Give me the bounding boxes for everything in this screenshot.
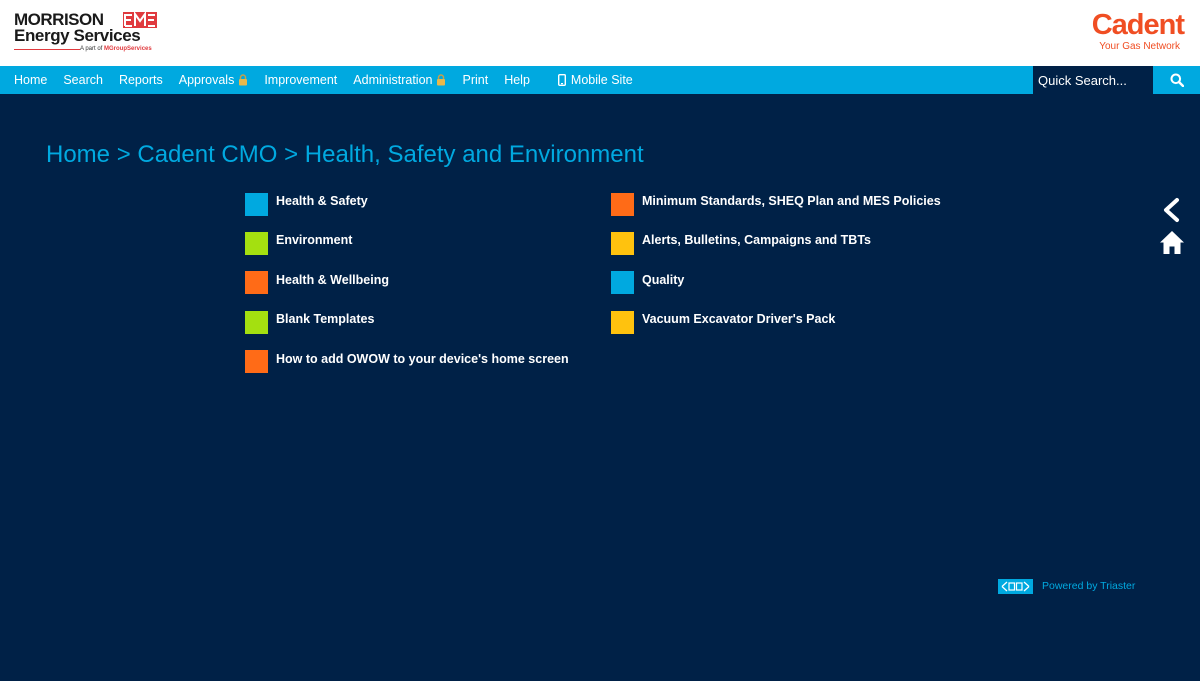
menu-item-health-safety[interactable]: Health & Safety — [245, 192, 569, 216]
menu-item-alerts-bulletins[interactable]: Alerts, Bulletins, Campaigns and TBTs — [611, 231, 941, 255]
quick-search-input[interactable] — [1033, 66, 1153, 94]
menu-item-vacuum-excavator[interactable]: Vacuum Excavator Driver's Pack — [611, 310, 941, 334]
search-button[interactable] — [1153, 66, 1200, 94]
morrison-energy-services-logo[interactable]: MORRISON Energy Services A part of MGrou… — [14, 11, 174, 57]
menu-item-label: Health & Wellbeing — [276, 272, 389, 287]
cadent-logo-name: Cadent — [1091, 9, 1185, 41]
menu-item-label: Vacuum Excavator Driver's Pack — [642, 312, 836, 327]
menu-item-swatch — [611, 310, 634, 334]
page: MORRISON Energy Services A part of MGrou… — [0, 0, 1200, 681]
menu-item-label: Environment — [276, 233, 353, 248]
triaster-logo-icon — [998, 578, 1033, 594]
menu-item-swatch — [245, 192, 268, 216]
logo-line2: Energy Services — [14, 26, 141, 45]
nav-item-approvals[interactable]: Approvals — [171, 66, 257, 94]
nav-label: Mobile Site — [570, 73, 633, 87]
nav-label: Reports — [118, 73, 163, 87]
nav-item-administration[interactable]: Administration — [345, 66, 454, 94]
menu-item-swatch — [245, 310, 268, 334]
nav-bar: Home Search Reports Approvals Improvemen… — [0, 66, 1200, 94]
menu-column-right: Minimum Standards, SHEQ Plan and MES Pol… — [611, 192, 941, 350]
cadent-logo[interactable]: Cadent Your Gas Network — [1064, 9, 1185, 58]
logo-tagline-prefix: A part of — [80, 46, 105, 52]
search-icon — [1170, 73, 1184, 87]
menu-item-label: Blank Templates — [276, 312, 375, 327]
menu-item-owow-home-screen[interactable]: How to add OWOW to your device's home sc… — [245, 350, 569, 374]
cadent-logo-tagline: Your Gas Network — [1099, 41, 1180, 52]
menu-item-swatch — [611, 192, 634, 216]
nav-label: Improvement — [264, 73, 338, 87]
nav-label: Home — [14, 73, 48, 87]
nav-label: Search — [63, 73, 103, 87]
menu-item-minimum-standards[interactable]: Minimum Standards, SHEQ Plan and MES Pol… — [611, 192, 941, 216]
powered-by-triaster-link[interactable]: Powered by Triaster — [998, 578, 1135, 594]
powered-by-text: Powered by Triaster — [1042, 580, 1136, 592]
menu-item-swatch — [611, 271, 634, 295]
menu-item-swatch — [245, 271, 268, 295]
menu-item-blank-templates[interactable]: Blank Templates — [245, 310, 569, 334]
menu-column-left: Health & Safety Environment Health & Wel… — [245, 192, 569, 389]
nav-item-improvement[interactable]: Improvement — [256, 66, 345, 94]
nav-menu: Home Search Reports Approvals Improvemen… — [0, 66, 641, 94]
menu-item-label: Alerts, Bulletins, Campaigns and TBTs — [642, 233, 871, 248]
lock-icon — [437, 74, 446, 86]
menu-item-swatch — [245, 231, 268, 255]
nav-item-help[interactable]: Help — [496, 66, 538, 94]
nav-label: Print — [462, 73, 489, 87]
logo-divider — [14, 49, 80, 50]
home-icon[interactable] — [1159, 230, 1185, 255]
menu-item-label: Minimum Standards, SHEQ Plan and MES Pol… — [642, 194, 941, 208]
nav-item-reports[interactable]: Reports — [111, 66, 171, 94]
menu-item-health-wellbeing[interactable]: Health & Wellbeing — [245, 271, 569, 295]
nav-item-mobile-site[interactable]: Mobile Site — [550, 66, 641, 94]
nav-item-print[interactable]: Print — [454, 66, 496, 94]
mobile-phone-icon — [557, 74, 566, 86]
back-arrow-icon[interactable] — [1160, 197, 1182, 223]
menu-item-environment[interactable]: Environment — [245, 231, 569, 255]
menu-item-label: Quality — [642, 272, 685, 287]
lock-icon — [239, 74, 248, 86]
logo-tagline: A part of MGroupServices — [80, 46, 152, 53]
nav-item-search[interactable]: Search — [55, 66, 111, 94]
breadcrumb[interactable]: Home > Cadent CMO > Health, Safety and E… — [46, 140, 644, 170]
header: MORRISON Energy Services A part of MGrou… — [0, 0, 1200, 66]
menu-item-label: Health & Safety — [276, 194, 368, 208]
nav-label: Help — [504, 73, 530, 87]
menu-item-swatch — [611, 231, 634, 255]
nav-label: Administration — [353, 73, 433, 87]
logo-tagline-brand: MGroupServices — [104, 46, 152, 52]
nav-item-home[interactable]: Home — [0, 66, 55, 94]
menu-item-quality[interactable]: Quality — [611, 271, 941, 295]
menu-item-swatch — [245, 350, 268, 374]
nav-label: Approvals — [178, 73, 235, 87]
menu-item-label: How to add OWOW to your device's home sc… — [276, 351, 569, 366]
